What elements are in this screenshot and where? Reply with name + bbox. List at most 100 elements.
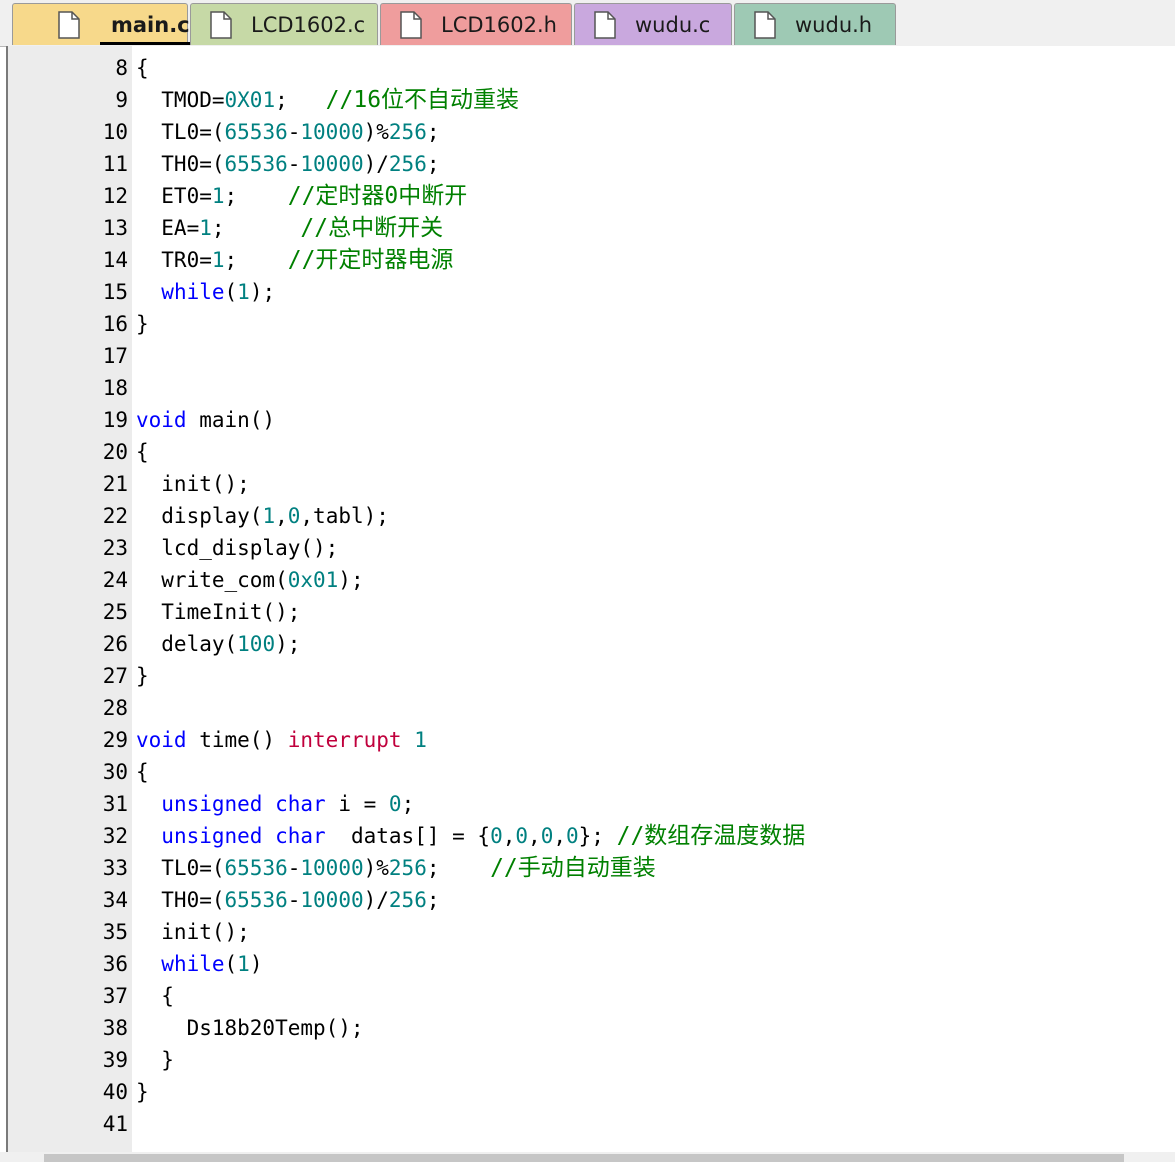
code-token: TMOD=: [136, 88, 225, 112]
code-line: 33 TL0=(65536-10000)%256; //手动自动重装: [8, 852, 1168, 884]
code-comment: //定时器0中断开: [287, 183, 468, 209]
code-line: 14 TR0=1; //开定时器电源: [8, 244, 1168, 276]
code-text: Ds18b20Temp();: [136, 1012, 364, 1044]
code-line: 10 TL0=(65536-10000)%256;: [8, 116, 1168, 148]
code-token: main(): [186, 408, 276, 432]
code-token: (: [224, 952, 238, 976]
line-number: 28: [102, 696, 128, 720]
code-line: 23 lcd_display();: [8, 532, 1168, 564]
code-number: 0: [515, 824, 529, 848]
code-token: ;: [426, 120, 440, 144]
code-text: delay(100);: [136, 628, 300, 660]
line-number: 29: [102, 728, 128, 752]
tab-label: wudu.c: [635, 13, 711, 37]
code-token: (: [224, 280, 238, 304]
scrollbar-thumb[interactable]: [44, 1154, 1124, 1162]
code-token: }: [136, 664, 149, 688]
code-token: );: [275, 632, 301, 656]
code-token: };: [578, 824, 617, 848]
code-number: 1: [199, 216, 212, 240]
code-text: }: [136, 308, 149, 340]
code-line: 19 void main(): [8, 404, 1168, 436]
code-keyword: unsigned: [161, 792, 263, 816]
code-token: display(: [136, 504, 263, 528]
code-text: while(1);: [136, 276, 275, 308]
code-text: TL0=(65536-10000)%256; //手动自动重装: [136, 852, 655, 884]
code-keyword: char: [275, 824, 326, 848]
code-token: ;: [426, 856, 491, 880]
code-text: void time() interrupt 1: [136, 724, 427, 756]
line-number: 30: [102, 760, 128, 784]
code-text: {: [136, 436, 149, 468]
line-number: 22: [102, 504, 128, 528]
code-text: init();: [136, 916, 250, 948]
code-token: write_com(: [136, 568, 288, 592]
code-keyword: unsigned: [161, 824, 263, 848]
code-token: ;: [224, 184, 288, 208]
code-token: ,tabl);: [300, 504, 389, 528]
line-number: 15: [102, 280, 128, 304]
line-number: 35: [102, 920, 128, 944]
code-line: 35 init();: [8, 916, 1168, 948]
code-line: 24 write_com(0x01);: [8, 564, 1168, 596]
code-token: ;: [224, 248, 288, 272]
tab-label: wudu.h: [795, 13, 873, 37]
code-keyword: void: [136, 408, 187, 432]
code-line: 38 Ds18b20Temp();: [8, 1012, 1168, 1044]
code-line: 26 delay(100);: [8, 628, 1168, 660]
code-number: 256: [388, 856, 427, 880]
line-number: 25: [102, 600, 128, 624]
code-text: }: [136, 1044, 174, 1076]
code-number: 256: [388, 888, 427, 912]
code-text: TimeInit();: [136, 596, 300, 628]
code-token: time(): [186, 728, 288, 752]
code-comment: //开定时器电源: [287, 247, 454, 273]
code-number: 1: [237, 952, 250, 976]
code-token: lcd_display();: [136, 536, 339, 560]
tab-label: LCD1602.h: [441, 13, 557, 37]
code-token: -: [287, 120, 301, 144]
tab-label: main.c: [111, 13, 190, 37]
code-text: }: [136, 1076, 149, 1108]
code-number: 65536: [224, 856, 288, 880]
code-text: display(1,0,tabl);: [136, 500, 389, 532]
code-token: )/: [363, 888, 389, 912]
line-number: 9: [115, 88, 128, 112]
code-line: 40}: [8, 1076, 1168, 1108]
tab-wudu-c[interactable]: wudu.c: [574, 3, 732, 45]
file-icon: [399, 11, 423, 39]
line-number: 18: [102, 376, 128, 400]
line-number: 31: [102, 792, 128, 816]
tab-main-c[interactable]: main.c: [12, 3, 190, 45]
code-number: 10000: [300, 888, 364, 912]
active-tab-underline: [100, 42, 190, 45]
code-editor[interactable]: 8{9 TMOD=0X01; //16位不自动重装 10 TL0=(65536-1…: [6, 46, 1175, 1152]
line-number: 17: [102, 344, 128, 368]
code-token: i =: [325, 792, 389, 816]
code-token: Ds18b20Temp();: [136, 1016, 364, 1040]
code-token: init();: [136, 920, 250, 944]
code-number: 100: [237, 632, 276, 656]
code-number: 65536: [224, 152, 288, 176]
code-line: 31 unsigned char i = 0;: [8, 788, 1168, 820]
code-token: datas[] = {: [325, 824, 491, 848]
code-token: TR0=: [136, 248, 212, 272]
code-token: ;: [211, 216, 301, 240]
code-number: 0: [388, 792, 402, 816]
code-line: 27}: [8, 660, 1168, 692]
code-line: 20 {: [8, 436, 1168, 468]
horizontal-scrollbar[interactable]: [0, 1152, 1175, 1162]
code-line: 28: [8, 692, 1168, 724]
code-comment: //总中断开关: [300, 215, 444, 241]
code-number: 0X01: [224, 88, 276, 112]
line-number: 21: [102, 472, 128, 496]
tab-lcd1602-h[interactable]: LCD1602.h: [380, 3, 572, 45]
code-token: {: [136, 760, 149, 784]
tab-wudu-h[interactable]: wudu.h: [734, 3, 896, 45]
line-number: 10: [102, 120, 128, 144]
code-line: 17: [8, 340, 1168, 372]
tab-lcd1602-c[interactable]: LCD1602.c: [190, 3, 378, 45]
